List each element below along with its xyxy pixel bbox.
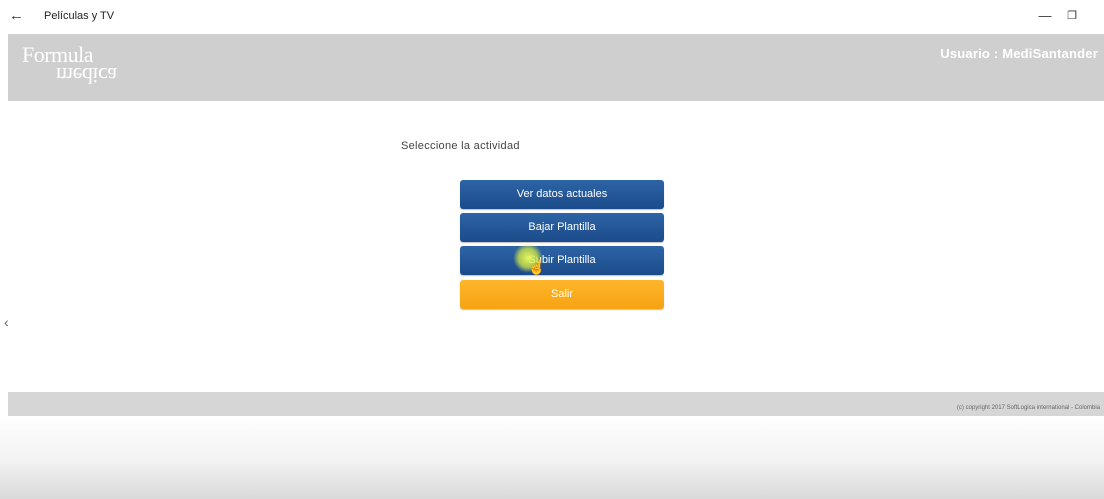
app-footer: (c) copyright 2017 SoftLogica internatio… (8, 392, 1104, 416)
view-current-data-button[interactable]: Ver datos actuales (460, 180, 664, 209)
exit-button[interactable]: Salir (460, 280, 664, 309)
upload-template-button[interactable]: Subir Plantilla (460, 246, 664, 275)
logo-line-2: medica (56, 63, 117, 88)
app-header: Formula medica Usuario : MediSantander (8, 34, 1104, 101)
title-bar: ← Películas y TV — ❐ (0, 0, 1104, 34)
window-title: Películas y TV (44, 10, 115, 22)
chevron-left-icon: ‹ (4, 314, 9, 330)
download-template-button[interactable]: Bajar Plantilla (460, 213, 664, 242)
restore-icon[interactable]: ❐ (1065, 8, 1079, 24)
copyright-text: (c) copyright 2017 SoftLogica internatio… (956, 405, 1100, 411)
user-label: Usuario : MediSantander (940, 46, 1098, 61)
minimize-icon[interactable]: — (1038, 8, 1052, 24)
activity-prompt: Seleccione la actividad (401, 140, 520, 152)
formula-medica-logo: Formula medica (22, 42, 152, 92)
bottom-area (0, 416, 1104, 499)
back-arrow-icon[interactable]: ← (9, 6, 25, 26)
